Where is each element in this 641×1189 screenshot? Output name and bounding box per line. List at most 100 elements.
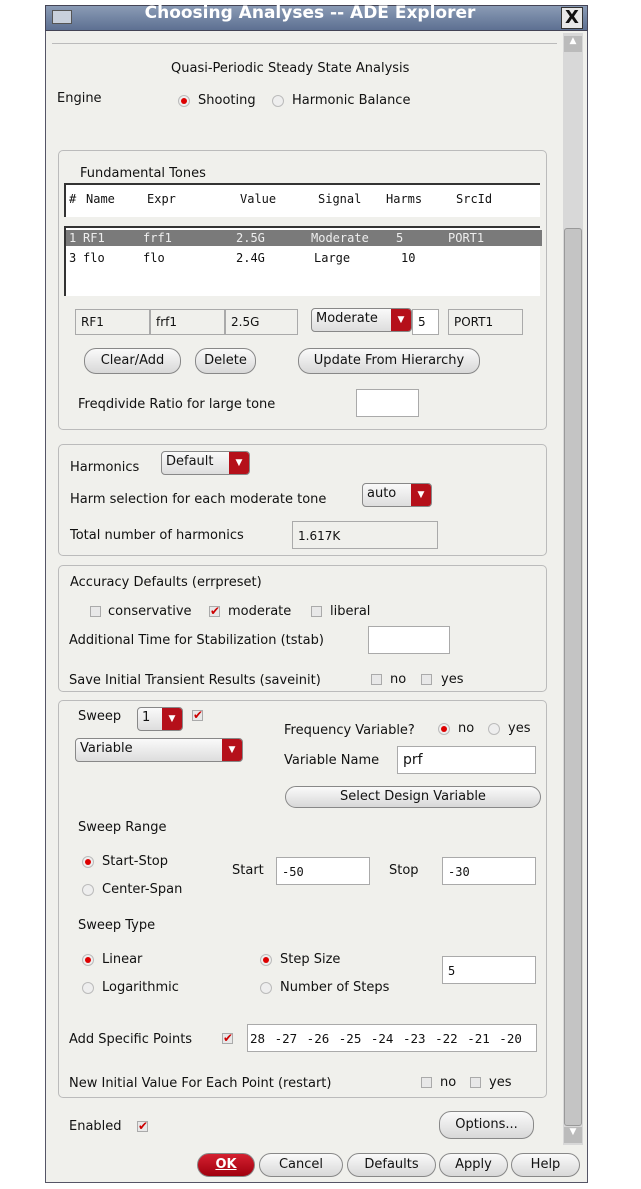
liberal-label: liberal [330, 604, 371, 619]
help-button[interactable]: Help [511, 1153, 580, 1177]
restart-label: New Initial Value For Each Point (restar… [69, 1076, 332, 1091]
start-label: Start [232, 863, 264, 878]
table-row[interactable]: 1 RF1 frf1 2.5G Moderate 5 PORT1 [66, 230, 542, 246]
restart-no-checkbox[interactable] [421, 1077, 432, 1088]
specific-points-input[interactable]: 28 -27 -26 -25 -24 -23 -22 -21 -20 [247, 1024, 537, 1052]
cell-num: 3 [69, 251, 77, 265]
add-specific-points-checkbox[interactable]: ✔ [222, 1032, 233, 1044]
variable-name-input[interactable]: prf [397, 746, 536, 774]
accuracy-label: Accuracy Defaults (errpreset) [70, 575, 262, 590]
center-span-radio[interactable] [82, 884, 94, 896]
restart-yes-label: yes [489, 1075, 512, 1090]
ok-button[interactable]: OK [197, 1153, 255, 1177]
start-stop-radio[interactable] [82, 856, 94, 868]
sweep-enabled-checkbox[interactable]: ✔ [192, 709, 203, 721]
total-harmonics-field: 1.617K [292, 521, 438, 549]
conservative-checkbox[interactable] [90, 606, 101, 617]
saveinit-yes-label: yes [441, 672, 464, 687]
sweep-type-value: Variable [80, 741, 133, 756]
cell-name: RF1 [83, 231, 105, 245]
sweep-count-dropdown[interactable]: 1 ▼ [137, 707, 183, 731]
col-srcid: SrcId [456, 192, 493, 206]
update-from-hierarchy-button[interactable]: Update From Hierarchy [298, 348, 480, 374]
harm-selection-value: auto [367, 486, 397, 501]
saveinit-label: Save Initial Transient Results (saveinit… [69, 673, 321, 688]
step-size-radio[interactable] [260, 954, 272, 966]
divider [52, 43, 557, 44]
window-title: Choosing Analyses -- ADE Explorer [144, 3, 476, 23]
step-size-label: Step Size [280, 952, 341, 967]
restart-no-label: no [440, 1075, 457, 1090]
scroll-up-icon[interactable]: ▲ [564, 36, 582, 52]
center-span-label: Center-Span [102, 882, 183, 897]
cell-signal: Large [314, 251, 351, 265]
harmonics-dropdown[interactable]: Default ▼ [161, 451, 250, 475]
start-stop-label: Start-Stop [102, 854, 169, 869]
logarithmic-radio[interactable] [82, 982, 94, 994]
stop-label: Stop [389, 863, 419, 878]
saveinit-no-checkbox[interactable] [371, 674, 382, 685]
harmonics-value: Default [166, 454, 214, 469]
conservative-label: conservative [108, 604, 192, 619]
tone-harms-field[interactable]: 5 [412, 309, 439, 335]
moderate-checkbox[interactable]: ✔ [209, 605, 220, 617]
clear-add-button[interactable]: Clear/Add [84, 348, 181, 374]
number-of-steps-radio[interactable] [260, 982, 272, 994]
chevron-down-icon: ▼ [229, 452, 249, 474]
options-button[interactable]: Options... [439, 1111, 534, 1139]
tone-signal-value: Moderate [316, 311, 378, 326]
freq-var-yes-label: yes [508, 721, 531, 736]
scrollbar-thumb[interactable] [564, 228, 582, 1126]
apply-button[interactable]: Apply [439, 1153, 508, 1177]
harm-selection-dropdown[interactable]: auto ▼ [362, 483, 432, 507]
engine-hb-radio[interactable] [272, 95, 284, 107]
table-row[interactable]: 3 flo flo 2.4G Large 10 [66, 250, 542, 266]
close-button[interactable]: X [561, 7, 583, 29]
cell-expr: flo [143, 251, 165, 265]
sweep-type-dropdown[interactable]: Variable ▼ [75, 738, 243, 762]
cell-expr: frf1 [143, 231, 172, 245]
tones-table-header: # Name Expr Value Signal Harms SrcId [64, 183, 540, 217]
variable-name-label: Variable Name [284, 753, 380, 768]
col-expr: Expr [147, 192, 176, 206]
cell-harms: 10 [401, 251, 416, 265]
engine-hb-label: Harmonic Balance [292, 93, 411, 108]
freq-var-yes-radio[interactable] [488, 723, 500, 735]
freqdivide-label: Freqdivide Ratio for large tone [78, 397, 276, 412]
cell-value: 2.5G [236, 231, 265, 245]
engine-label: Engine [57, 91, 102, 106]
enabled-label: Enabled [69, 1119, 122, 1134]
window-menu-icon[interactable] [52, 10, 72, 24]
tone-name-field[interactable]: RF1 [75, 309, 150, 335]
cell-signal: Moderate [311, 231, 369, 245]
enabled-checkbox[interactable]: ✔ [137, 1120, 148, 1132]
select-design-variable-button[interactable]: Select Design Variable [285, 786, 541, 808]
start-input[interactable]: -50 [276, 857, 370, 885]
cell-srcid: PORT1 [448, 231, 485, 245]
saveinit-yes-checkbox[interactable] [421, 674, 432, 685]
cancel-button[interactable]: Cancel [259, 1153, 343, 1177]
harmonics-label: Harmonics [70, 460, 140, 475]
sweep-type-label: Sweep Type [78, 918, 156, 933]
defaults-button[interactable]: Defaults [347, 1153, 436, 1177]
tone-srcid-field[interactable]: PORT1 [448, 309, 523, 335]
freqdivide-input[interactable] [356, 389, 419, 417]
step-size-input[interactable]: 5 [442, 956, 536, 984]
col-value: Value [240, 192, 277, 206]
col-signal: Signal [318, 192, 362, 206]
restart-yes-checkbox[interactable] [470, 1077, 481, 1088]
tone-signal-dropdown[interactable]: Moderate ▼ [311, 308, 412, 332]
sweep-count-value: 1 [142, 710, 151, 725]
cell-name: flo [83, 251, 105, 265]
tone-expr-field[interactable]: frf1 [150, 309, 225, 335]
stop-input[interactable]: -30 [442, 857, 536, 885]
engine-shooting-label: Shooting [198, 93, 256, 108]
tone-value-field[interactable]: 2.5G [225, 309, 298, 335]
liberal-checkbox[interactable] [311, 606, 322, 617]
delete-button[interactable]: Delete [195, 348, 256, 374]
freq-var-no-radio[interactable] [438, 723, 450, 735]
linear-radio[interactable] [82, 954, 94, 966]
engine-shooting-radio[interactable] [178, 95, 190, 107]
tstab-input[interactable] [368, 626, 450, 654]
scroll-down-icon[interactable]: ▼ [564, 1127, 582, 1143]
